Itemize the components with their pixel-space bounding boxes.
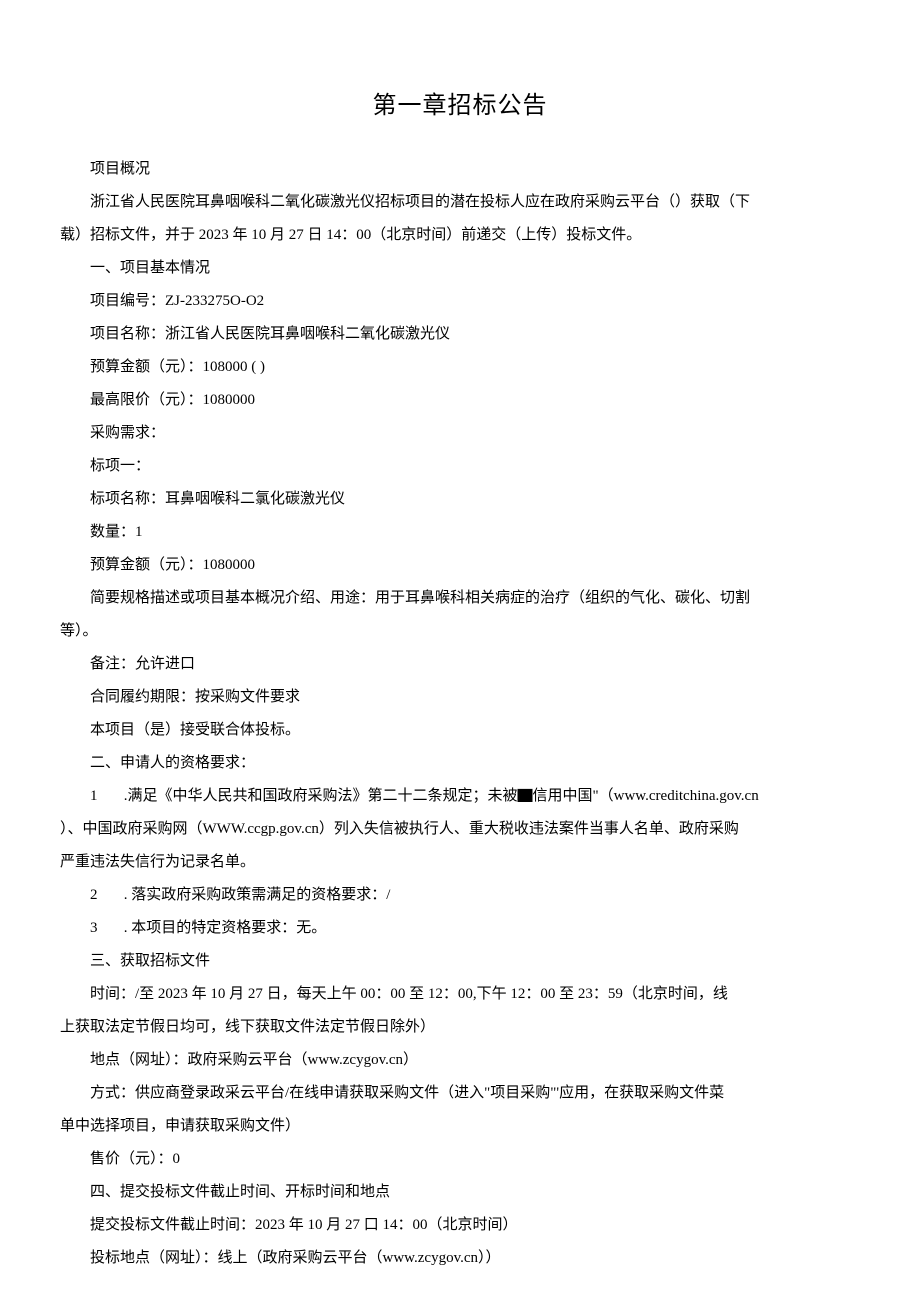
section-3-title: 三、获取招标文件 [60, 945, 860, 978]
contract-period: 合同履约期限：按采购文件要求 [60, 681, 860, 714]
price: 售价（元）：0 [60, 1143, 860, 1176]
line-intro-2: 载）招标文件，并于 2023 年 10 月 27 日 14：00（北京时间）前递… [60, 219, 860, 252]
req-3-text: . 本项目的特定资格要求：无。 [120, 920, 326, 936]
deadline: 提交投标文件截止时间：2023 年 10 月 27 口 14：00（北京时间） [60, 1209, 860, 1242]
method-line2: 单中选择项目，申请获取采购文件） [60, 1110, 860, 1143]
req-2-text: . 落实政府采购政策需满足的资格要求：/ [120, 887, 390, 903]
max-price: 最高限价（元）：1080000 [60, 384, 860, 417]
req-1-line1: 1 .满足《中华人民共和国政府采购法》第二十二条规定；未被▇信用中国"（www.… [60, 780, 860, 813]
req-3: 3 . 本项目的特定资格要求：无。 [60, 912, 860, 945]
item-name: 标项名称：耳鼻咽喉科二氯化碳激光仪 [60, 483, 860, 516]
line-overview: 项目概况 [60, 153, 860, 186]
section-4-title: 四、提交投标文件截止时间、开标时间和地点 [60, 1176, 860, 1209]
req-1-line3: 严重违法失信行为记录名单。 [60, 846, 860, 879]
project-name: 项目名称：浙江省人民医院耳鼻咽喉科二氧化碳激光仪 [60, 318, 860, 351]
remark: 备注：允许进口 [60, 648, 860, 681]
req-2: 2 . 落实政府采购政策需满足的资格要求：/ [60, 879, 860, 912]
page-title: 第一章招标公告 [60, 80, 860, 133]
quantity: 数量：1 [60, 516, 860, 549]
item-budget: 预算金额（元）：1080000 [60, 549, 860, 582]
location: 地点（网址）：政府采购云平台（www.zcygov.cn） [60, 1044, 860, 1077]
method-line1: 方式：供应商登录政采云平台/在线申请获取采购文件（进入"项目采购"'应用，在获取… [60, 1077, 860, 1110]
brief-spec-1: 简要规格描述或项目基本概况介绍、用途：用于耳鼻喉科相关病症的治疗（组织的气化、碳… [60, 582, 860, 615]
req-1-text: .满足《中华人民共和国政府采购法》第二十二条规定；未被▇信用中国"（www.cr… [120, 788, 759, 804]
brief-spec-2: 等）。 [60, 615, 860, 648]
consortium: 本项目（是）接受联合体投标。 [60, 714, 860, 747]
line-intro-1: 浙江省人民医院耳鼻咽喉科二氧化碳激光仪招标项目的潜在投标人应在政府采购云平台（）… [60, 186, 860, 219]
time-line1: 时间：/至 2023 年 10 月 27 日，每天上午 00：00 至 12：0… [60, 978, 860, 1011]
section-1-title: 一、项目基本情况 [60, 252, 860, 285]
procurement-req: 采购需求： [60, 417, 860, 450]
num-3: 3 [90, 920, 120, 936]
num-2: 2 [90, 887, 120, 903]
req-1-line2: ）、中国政府采购网（WWW.ccgp.gov.cn）列入失信被执行人、重大税收违… [60, 813, 860, 846]
section-2-title: 二、申请人的资格要求： [60, 747, 860, 780]
num-1: 1 [90, 788, 120, 804]
project-number: 项目编号：ZJ-233275O-O2 [60, 285, 860, 318]
budget-amount: 预算金额（元）：108000 ( ) [60, 351, 860, 384]
bid-location: 投标地点（网址）：线上（政府采购云平台（www.zcygov.cn）） [60, 1242, 860, 1275]
item-1: 标项一： [60, 450, 860, 483]
time-line2: 上获取法定节假日均可，线下获取文件法定节假日除外） [60, 1011, 860, 1044]
